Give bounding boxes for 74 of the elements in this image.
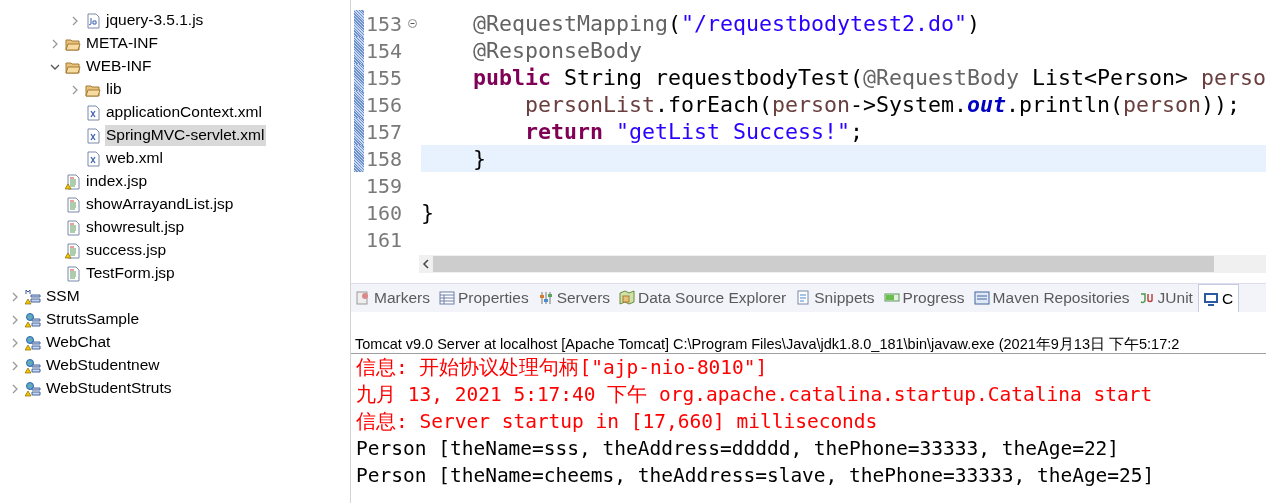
line-number: 155 [365, 65, 404, 90]
script-file-icon [85, 12, 101, 29]
line-number: 159 [365, 173, 404, 198]
web-project-warning-icon [25, 334, 41, 351]
panel-tab[interactable]: C [1197, 284, 1240, 312]
sliders-icon [537, 290, 554, 306]
console-line: Person [theName=sss, theAddress=ddddd, thePhone=33333, theAge=22] [356, 436, 1121, 462]
panel-tab[interactable]: Properties [435, 284, 534, 312]
line-number: 156 [365, 92, 404, 117]
panel-tab[interactable]: Maven Repositories [969, 284, 1135, 312]
web-project-warning-icon [25, 380, 41, 397]
tree-item[interactable]: META-INF [85, 33, 161, 54]
table-icon [439, 290, 455, 306]
page-file-warning-icon [65, 173, 81, 190]
tree-item[interactable]: showresult.jsp [85, 217, 187, 238]
tree-item[interactable]: WebStudentStruts [45, 378, 174, 399]
tree-item[interactable]: success.jsp [85, 240, 169, 261]
code-line: @ResponseBody [472, 38, 642, 63]
tree-item[interactable]: StrutsSample [45, 309, 142, 330]
panel-tab[interactable]: Data Source Explorer [615, 284, 792, 312]
line-number: 160 [365, 200, 404, 225]
line-number: 157 [365, 119, 404, 144]
console-line: Person [theName=cheems, theAddress=slave, thePhone=33333, theAge=25] [356, 463, 1156, 489]
xml-file-icon [85, 150, 101, 167]
code-line: } [421, 200, 434, 225]
tree-item[interactable]: applicationContext.xml [105, 102, 264, 123]
tree-item[interactable]: index.jsp [85, 171, 150, 192]
line-number: 154 [365, 38, 404, 63]
xml-file-icon [85, 127, 101, 144]
code-line: public String requestbodyTest(@RequestBody List<Person> perso [472, 65, 1266, 90]
page-file-warning-icon [65, 242, 81, 259]
tree-item[interactable]: SpringMVC-servlet.xml [105, 125, 267, 146]
map-icon [619, 290, 636, 306]
list-icon [973, 290, 990, 306]
code-line: @RequestMapping("/requestbodytest2.do") [472, 11, 981, 36]
scroll-thumb[interactable] [433, 256, 1214, 272]
xml-file-icon [85, 104, 101, 121]
horizontal-scrollbar[interactable] [419, 255, 1266, 273]
tree-item[interactable]: WEB-INF [85, 56, 154, 77]
page-file-icon [65, 196, 81, 213]
panel-tab[interactable]: Servers [533, 284, 616, 312]
ju-icon [1138, 290, 1155, 306]
scroll-left-icon[interactable] [422, 259, 430, 269]
tree-item[interactable]: SSM [45, 286, 82, 307]
project-warning-icon [25, 288, 41, 305]
tree-item[interactable]: showArrayandList.jsp [85, 194, 236, 215]
tree-item[interactable]: WebChat [45, 332, 113, 353]
panel-tab[interactable]: Markers [351, 284, 435, 312]
tree-item[interactable]: lib [105, 79, 124, 100]
tree-item[interactable]: WebStudentnew [45, 355, 162, 376]
line-number: 158 [365, 146, 404, 171]
page-file-icon [65, 219, 81, 236]
collapse-icon[interactable] [408, 19, 417, 28]
monitor-icon [1202, 290, 1219, 307]
panel-tab[interactable]: Snippets [791, 284, 880, 312]
web-project-warning-icon [25, 311, 41, 328]
tree-item[interactable]: TestForm.jsp [85, 263, 177, 284]
console-title: Tomcat v9.0 Server at localhost [Apache Tomcat] C:\Program Files\Java\jdk1.8.0_181\bin\javaw.exe (2021年9月13日 下午5:17:2 [351, 335, 1266, 354]
console-line: 九月 13, 2021 5:17:40 下午 org.apache.catalina.startup.Catalina start [356, 382, 1154, 408]
line-number: 153 [365, 11, 404, 36]
console-line: 信息: Server startup in [17,660] milliseconds [356, 409, 879, 435]
markers-icon [355, 290, 371, 306]
panel-tab[interactable]: JUnit [1134, 284, 1198, 312]
page-file-icon [65, 265, 81, 282]
code-line: personList.forEach(person->System.out.println(person)); [524, 92, 1241, 117]
line-number: 161 [365, 227, 404, 252]
tree-item[interactable]: web.xml [105, 148, 165, 169]
web-project-warning-icon [25, 357, 41, 374]
document-icon [795, 290, 812, 306]
tree-item[interactable]: jquery-3.5.1.js [105, 10, 206, 31]
panel-tab[interactable]: Progress [879, 284, 970, 312]
code-line: return "getList Success!"; [524, 119, 864, 144]
console-line: 信息: 开始协议处理句柄["ajp-nio-8010"] [356, 355, 769, 381]
code-line: } [472, 146, 486, 171]
